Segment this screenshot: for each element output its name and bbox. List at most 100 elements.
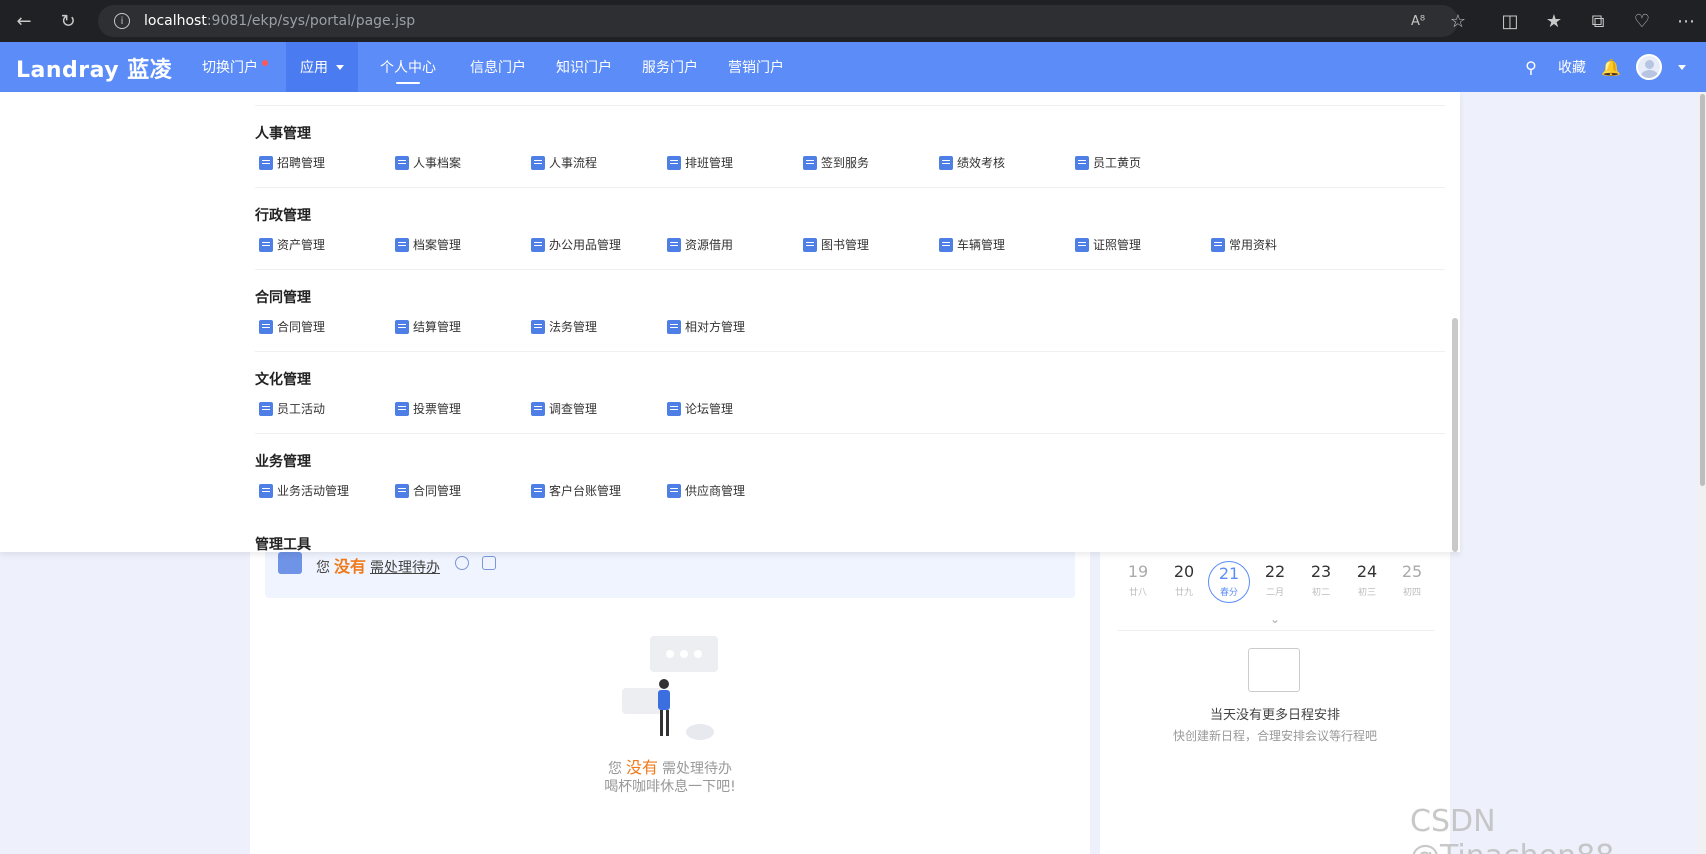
section-business: 业务管理 业务活动管理 合同管理 客户台账管理 供应商管理 [255,434,1445,516]
app-icon [395,237,409,252]
avatar[interactable] [1636,54,1662,80]
app-label: 员工黄页 [1093,156,1142,170]
calendar-day[interactable]: 25 初四 [1392,562,1432,598]
calendar-day-today[interactable]: 21 春分 [1208,561,1250,603]
back-icon[interactable]: ← [12,9,36,33]
day-number: 24 [1356,562,1378,581]
empty-prefix: 您 [607,761,622,777]
favorite-link[interactable]: 收藏 [1544,42,1600,92]
calendar-day[interactable]: 20 廿九 [1164,562,1204,598]
app-label: 图书管理 [821,238,870,252]
app-label: 供应商管理 [685,484,746,498]
section-admin: 行政管理 资产管理 档案管理 办公用品管理 资源借用 图书管理 车辆管理 证照管… [255,188,1445,270]
calendar-day[interactable]: 23 初二 [1301,562,1341,598]
address-bar[interactable]: i localhost:9081/ekp/sys/portal/page.jsp [98,5,1458,37]
app-label: 业务活动管理 [277,484,350,498]
nav-marketing-portal[interactable]: 营销门户 [714,42,798,92]
app-item[interactable]: 相对方管理 [667,318,745,335]
calendar-divider [1118,630,1434,631]
favorite-star-icon[interactable]: ☆ [1446,9,1470,33]
app-icon [667,155,681,170]
app-icon [667,401,681,416]
search-icon[interactable]: ⚲ [1520,56,1542,78]
app-item[interactable]: 人事流程 [531,154,597,171]
app-item[interactable]: 车辆管理 [939,236,1005,253]
calendar-day[interactable]: 19 廿八 [1118,562,1158,598]
nav-label: 营销门户 [728,60,784,76]
nav-switch-portal[interactable]: 切换门户 [188,42,282,92]
health-icon[interactable]: ♡ [1630,9,1654,33]
app-item[interactable]: 办公用品管理 [531,236,621,253]
app-item[interactable]: 业务活动管理 [259,482,349,499]
reload-icon[interactable]: ↻ [56,9,80,33]
nav-label: 切换门户 [202,60,258,76]
app-item[interactable]: 档案管理 [395,236,461,253]
app-item[interactable]: 资源借用 [667,236,733,253]
app-item[interactable]: 常用资料 [1211,236,1277,253]
user-icon[interactable] [482,556,496,570]
nav-personal-center[interactable]: 个人中心 [366,42,450,92]
nav-service-portal[interactable]: 服务门户 [628,42,712,92]
app-label: 客户台账管理 [549,484,622,498]
collections-icon[interactable]: ⧉ [1586,9,1610,33]
empty-highlight: 没有 [625,758,658,777]
day-lunar: 廿八 [1128,588,1147,598]
nav-label: 应用 [300,60,328,76]
more-icon[interactable]: ⋯ [1674,9,1698,33]
todo-link[interactable]: 需处理待办 [370,560,440,576]
bell-icon[interactable]: 🔔 [1600,56,1622,78]
app-item[interactable]: 证照管理 [1075,236,1141,253]
app-item[interactable]: 客户台账管理 [531,482,621,499]
app-label: 人事档案 [413,156,462,170]
refresh-icon[interactable] [455,556,469,570]
app-item[interactable]: 结算管理 [395,318,461,335]
app-icon [395,483,409,498]
app-item[interactable]: 员工活动 [259,400,325,417]
app-item[interactable]: 调查管理 [531,400,597,417]
app-item[interactable]: 论坛管理 [667,400,733,417]
day-number: 22 [1264,562,1286,581]
app-icon [1211,237,1225,252]
empty-suffix: 需处理待办 [662,761,732,777]
nav-apps[interactable]: 应用 [286,42,358,92]
landray-logo[interactable]: Landray 蓝凌 [16,52,172,84]
app-item[interactable]: 绩效考核 [939,154,1005,171]
avatar-caret-down-icon[interactable] [1678,65,1686,70]
app-item[interactable]: 人事档案 [395,154,461,171]
app-item[interactable]: 投票管理 [395,400,461,417]
app-item[interactable]: 供应商管理 [667,482,745,499]
favorites-icon[interactable]: ★ [1542,9,1566,33]
dropdown-scrollbar-thumb[interactable] [1452,318,1458,552]
app-label: 签到服务 [821,156,870,170]
app-icon [395,401,409,416]
app-item[interactable]: 签到服务 [803,154,869,171]
calendar-day[interactable]: 24 初三 [1347,562,1387,598]
split-screen-icon[interactable]: ◫ [1498,9,1522,33]
section-title: 行政管理 [255,208,311,224]
app-label: 合同管理 [413,484,462,498]
app-icon [531,237,545,252]
app-label: 资源借用 [685,238,734,252]
app-icon [395,319,409,334]
nav-info-portal[interactable]: 信息门户 [456,42,540,92]
chevron-down-icon[interactable]: ⌄ [1270,612,1280,626]
app-item[interactable]: 法务管理 [531,318,597,335]
nav-knowledge-portal[interactable]: 知识门户 [542,42,626,92]
app-label: 档案管理 [413,238,462,252]
app-item[interactable]: 招聘管理 [259,154,325,171]
section-hr: 人事管理 招聘管理 人事档案 人事流程 排班管理 签到服务 绩效考核 员工黄页 [255,106,1445,188]
calendar-day[interactable]: 22 二月 [1255,562,1295,598]
site-info-icon[interactable]: i [114,13,130,29]
app-item[interactable]: 合同管理 [395,482,461,499]
calendar-empty-title: 当天没有更多日程安排 [1209,708,1340,723]
app-item[interactable]: 合同管理 [259,318,325,335]
read-aloud-icon[interactable]: A⁸ [1406,9,1430,33]
app-item[interactable]: 图书管理 [803,236,869,253]
active-underline [396,82,420,84]
day-number: 19 [1127,562,1149,581]
day-lunar: 春分 [1219,588,1238,598]
page-scrollbar-thumb[interactable] [1700,94,1705,486]
app-item[interactable]: 资产管理 [259,236,325,253]
app-item[interactable]: 排班管理 [667,154,733,171]
app-item[interactable]: 员工黄页 [1075,154,1141,171]
